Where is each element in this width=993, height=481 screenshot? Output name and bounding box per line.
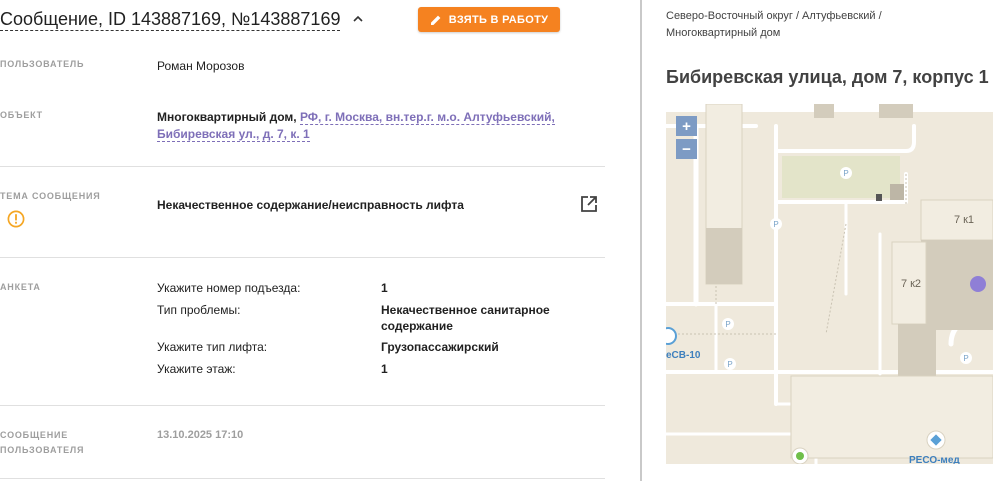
survey-question: Укажите этаж: [157, 362, 236, 376]
poi-label: РЕСО-мед [909, 455, 960, 464]
address-title: Бибиревская улица, дом 7, корпус 1 [666, 67, 989, 87]
pencil-icon [430, 15, 441, 25]
shop-icon[interactable] [796, 452, 804, 460]
bus-stop-icon[interactable] [666, 327, 677, 345]
topic-value: Некачественное содержание/неисправность … [157, 198, 464, 212]
object-address-link[interactable]: РФ, г. Москва, вн.тер.г. м.о. Алтуфьевск… [299, 110, 555, 125]
divider [0, 257, 605, 258]
object-value: Многоквартирный дом, РФ, г. Москва, вн.т… [157, 109, 587, 143]
message-details-panel: Сообщение, ID 143887169, №143887169 ВЗЯТ… [0, 0, 640, 481]
zoom-in-button[interactable]: + [676, 116, 697, 136]
trash-bin-icon [876, 194, 882, 201]
user-message-label-line2: ПОЛЬЗОВАТЕЛЯ [0, 445, 85, 455]
breadcrumb-line1: Северо-Восточный округ / Алтуфьевский / [666, 10, 882, 22]
bus-stop-label: еСВ-10 [666, 350, 701, 361]
divider [0, 166, 605, 167]
external-link-icon[interactable] [579, 194, 599, 214]
divider [0, 405, 605, 406]
parking-marker: P [725, 320, 730, 329]
take-to-work-label: ВЗЯТЬ В РАБОТУ [448, 13, 549, 26]
parking-marker: P [963, 354, 968, 363]
building-label-7k2: 7 к2 [901, 278, 921, 290]
user-message-label: СООБЩЕНИЕ ПОЛЬЗОВАТЕЛЯ [0, 428, 84, 458]
location-marker[interactable] [970, 276, 986, 292]
parking-marker: P [773, 220, 778, 229]
object-type: Многоквартирный дом, [157, 110, 297, 124]
user-message-label-line1: СООБЩЕНИЕ [0, 430, 69, 440]
breadcrumb: Северо-Восточный округ / Алтуфьевский / … [666, 8, 966, 42]
zoom-out-button[interactable]: − [676, 139, 697, 159]
map-canvas[interactable]: P P P P P 7 к1 7 к2 еСВ-10 РЕСО-мед [666, 104, 993, 464]
object-address-link-line2[interactable]: Бибиревская ул., д. 7, к. 1 [157, 127, 310, 142]
warning-circle-icon [7, 210, 25, 228]
survey-question: Укажите тип лифта: [157, 340, 268, 354]
user-message-date: 13.10.2025 17:10 [157, 429, 244, 441]
survey-answer: Грузопассажирский [381, 340, 499, 354]
parking-marker: P [727, 360, 732, 369]
survey-answer: 1 [381, 281, 388, 295]
survey-answer: 1 [381, 362, 388, 376]
survey-question: Тип проблемы: [157, 303, 241, 317]
user-value: Роман Морозов [157, 59, 245, 73]
survey-question: Укажите номер подъезда: [157, 281, 301, 295]
user-label: ПОЛЬЗОВАТЕЛЬ [0, 59, 85, 69]
building-label-7k1: 7 к1 [954, 214, 974, 226]
take-to-work-button[interactable]: ВЗЯТЬ В РАБОТУ [418, 7, 560, 32]
survey-label: АНКЕТА [0, 282, 41, 292]
topic-label: ТЕМА СООБЩЕНИЯ [0, 191, 101, 201]
breadcrumb-line2: Многоквартирный дом [666, 27, 781, 39]
parking-marker: P [843, 169, 848, 178]
chevron-up-icon[interactable] [351, 12, 365, 26]
survey-answer: Некачественное санитарное содержание [381, 303, 550, 333]
map[interactable]: P P P P P 7 к1 7 к2 еСВ-10 РЕСО-мед + − [666, 104, 993, 464]
object-label: ОБЪЕКТ [0, 110, 43, 120]
pane-divider [640, 0, 642, 481]
divider [0, 478, 605, 479]
page-title[interactable]: Сообщение, ID 143887169, №143887169 [0, 8, 341, 31]
